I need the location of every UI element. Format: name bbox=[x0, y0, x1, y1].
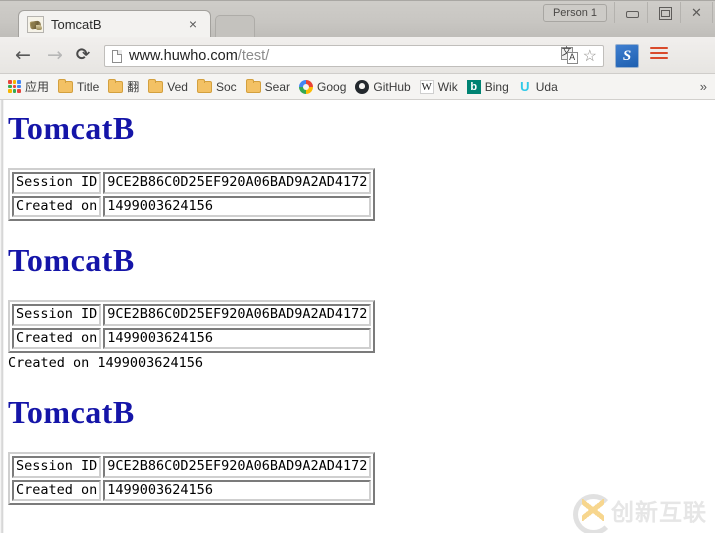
tab-strip: TomcatB × Person 1 ✕ bbox=[0, 0, 715, 37]
created-on-value: 1499003624156 bbox=[103, 327, 372, 350]
bookmark-star-icon[interactable]: ☆ bbox=[583, 48, 597, 66]
reload-icon[interactable]: ⟳ bbox=[72, 45, 94, 67]
maximize-icon[interactable] bbox=[647, 2, 680, 23]
page-viewport: TomcatB Session ID 9CE2B86C0D25EF920A06B… bbox=[0, 100, 715, 533]
translate-icon[interactable] bbox=[560, 47, 578, 65]
url-host: www.huwho.com bbox=[129, 48, 238, 64]
bookmark-github[interactable]: GitHub bbox=[355, 79, 411, 94]
table-row: Session ID 9CE2B86C0D25EF920A06BAD9A2AD4… bbox=[12, 304, 372, 326]
bookmark-label: Uda bbox=[535, 79, 558, 94]
page-info-icon[interactable] bbox=[112, 49, 122, 63]
session-block-1: TomcatB Session ID 9CE2B86C0D25EF920A06B… bbox=[8, 110, 376, 222]
bookmark-label: Soc bbox=[215, 79, 237, 94]
wikipedia-icon: W bbox=[419, 79, 434, 94]
bookmarks-bar: 应用 Title 翻 Ved Soc Sear Goog GitHub W Wi… bbox=[0, 74, 715, 100]
bookmark-fan[interactable]: 翻 bbox=[108, 78, 139, 95]
session-id-value: 9CE2B86C0D25EF920A06BAD9A2AD4172 bbox=[103, 304, 372, 326]
bookmark-sear[interactable]: Sear bbox=[245, 78, 291, 94]
bookmarks-overflow-icon[interactable]: » bbox=[700, 79, 707, 94]
person-button[interactable]: Person 1 bbox=[542, 4, 607, 22]
table-row: Created on 1499003624156 bbox=[12, 327, 372, 350]
bing-icon: b bbox=[466, 79, 481, 94]
folder-icon bbox=[196, 78, 212, 93]
new-tab-button[interactable] bbox=[215, 15, 255, 37]
created-on-text: Created on 1499003624156 bbox=[8, 355, 204, 372]
bookmark-soc[interactable]: Soc bbox=[196, 78, 237, 94]
url-path: /test/ bbox=[237, 48, 270, 64]
page-title: TomcatB bbox=[8, 110, 135, 146]
bookmark-uda[interactable]: U Uda bbox=[518, 78, 558, 94]
watermark-logo-icon bbox=[573, 493, 614, 533]
forward-icon[interactable]: → bbox=[44, 45, 66, 67]
folder-icon bbox=[108, 78, 124, 93]
folder-icon bbox=[245, 78, 261, 93]
back-icon[interactable]: ← bbox=[12, 45, 34, 67]
bookmark-label: Title bbox=[77, 79, 100, 94]
bookmark-wik[interactable]: W Wik bbox=[419, 79, 458, 94]
session-id-label: Session ID bbox=[12, 304, 102, 326]
bookmark-goog[interactable]: Goog bbox=[299, 79, 347, 94]
bookmark-bing[interactable]: b Bing bbox=[466, 79, 509, 94]
omnibox-actions: ☆ bbox=[560, 47, 597, 66]
session-id-label: Session ID bbox=[12, 172, 102, 194]
session-id-value: 9CE2B86C0D25EF920A06BAD9A2AD4172 bbox=[103, 456, 372, 478]
table-row: Session ID 9CE2B86C0D25EF920A06BAD9A2AD4… bbox=[12, 172, 372, 194]
session-id-value: 9CE2B86C0D25EF920A06BAD9A2AD4172 bbox=[103, 172, 372, 194]
session-block-2: TomcatB Session ID 9CE2B86C0D25EF920A06B… bbox=[8, 242, 376, 372]
tab-title: TomcatB bbox=[51, 16, 102, 32]
bookmark-label: Sear bbox=[264, 79, 291, 94]
bookmark-label: 翻 bbox=[127, 80, 140, 94]
bookmark-title[interactable]: Title bbox=[58, 78, 100, 94]
table-row: Session ID 9CE2B86C0D25EF920A06BAD9A2AD4… bbox=[12, 456, 372, 478]
bookmark-apps[interactable]: 应用 bbox=[8, 78, 49, 95]
created-on-value: 1499003624156 bbox=[103, 479, 372, 502]
browser-toolbar: ← → ⟳ www.huwho.com/test/ ☆ S bbox=[0, 37, 715, 74]
minimize-icon[interactable] bbox=[614, 2, 647, 23]
created-on-value: 1499003624156 bbox=[103, 195, 372, 218]
close-window-icon[interactable]: ✕ bbox=[680, 2, 713, 23]
url-text: www.huwho.com/test/ bbox=[129, 48, 269, 64]
address-bar[interactable]: www.huwho.com/test/ ☆ bbox=[104, 45, 604, 67]
menu-icon[interactable] bbox=[650, 47, 668, 63]
table-row: Created on 1499003624156 bbox=[12, 479, 372, 502]
udacity-icon: U bbox=[520, 78, 530, 94]
session-block-3: TomcatB Session ID 9CE2B86C0D25EF920A06B… bbox=[8, 394, 376, 506]
watermark-text: 创新互联 bbox=[611, 500, 707, 526]
session-table: Session ID 9CE2B86C0D25EF920A06BAD9A2AD4… bbox=[8, 168, 376, 222]
session-table: Session ID 9CE2B86C0D25EF920A06BAD9A2AD4… bbox=[8, 300, 376, 354]
page-title: TomcatB bbox=[8, 242, 135, 278]
bookmark-label: Wik bbox=[437, 79, 458, 94]
bookmark-label: Ved bbox=[167, 79, 188, 94]
close-icon[interactable]: × bbox=[186, 17, 200, 31]
folder-icon bbox=[148, 78, 164, 93]
created-on-label: Created on bbox=[12, 479, 102, 502]
browser-tab-tomcatb[interactable]: TomcatB × bbox=[18, 10, 211, 37]
window-top-edge bbox=[0, 0, 715, 1]
folder-icon bbox=[58, 78, 74, 93]
watermark: 创新互联 bbox=[573, 493, 707, 533]
browser-window: TomcatB × Person 1 ✕ ← → ⟳ www.huwho.com… bbox=[0, 0, 715, 533]
bookmark-label: GitHub bbox=[373, 79, 411, 94]
apps-grid-icon bbox=[8, 80, 21, 93]
session-table: Session ID 9CE2B86C0D25EF920A06BAD9A2AD4… bbox=[8, 452, 376, 506]
sogou-extension-icon[interactable]: S bbox=[615, 44, 639, 68]
google-icon bbox=[299, 79, 314, 94]
created-on-label: Created on bbox=[12, 195, 102, 218]
menu-bar-1 bbox=[650, 47, 668, 49]
bookmark-label: Goog bbox=[317, 79, 347, 94]
tomcat-favicon bbox=[27, 15, 44, 33]
bookmark-ved[interactable]: Ved bbox=[148, 78, 188, 94]
session-id-label: Session ID bbox=[12, 456, 102, 478]
page-title: TomcatB bbox=[8, 394, 135, 430]
viewport-left-edge bbox=[0, 100, 4, 533]
table-row: Created on 1499003624156 bbox=[12, 195, 372, 218]
bookmark-label: Bing bbox=[484, 79, 509, 94]
created-on-label: Created on bbox=[12, 327, 102, 350]
bookmark-label: 应用 bbox=[25, 80, 50, 94]
window-controls: ✕ bbox=[614, 2, 713, 23]
menu-bar-2 bbox=[650, 52, 668, 54]
menu-bar-3 bbox=[650, 57, 668, 59]
github-icon bbox=[355, 79, 370, 94]
